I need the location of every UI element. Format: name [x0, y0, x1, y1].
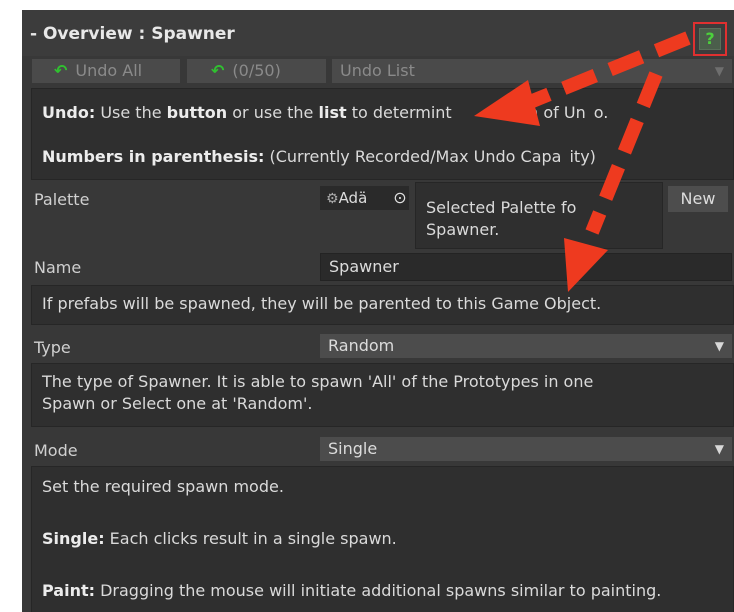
- palette-help-line2: Spawner.: [426, 220, 500, 239]
- help-highlight-box: ?: [693, 22, 727, 56]
- mode-dropdown[interactable]: Single ▼: [320, 437, 732, 461]
- type-value: Random: [328, 336, 395, 355]
- inspector-panel: - Overview : Spawner ? ↶ Undo All ↶ (0/50)…: [22, 10, 734, 612]
- palette-icon: ⚙: [326, 191, 339, 207]
- dropdown-caret-icon: ▼: [714, 339, 724, 353]
- mode-help-bold-paint: Paint:: [42, 581, 96, 600]
- undo-toolbar: ↶ Undo All ↶ (0/50) Undo List ▼: [22, 59, 734, 85]
- palette-help-box: Selected Palette fo Spawner.: [415, 182, 663, 249]
- undo-arrow-icon: ↶: [211, 61, 225, 80]
- undo-help-bold-button: button: [166, 103, 228, 122]
- undo-help-text-a: Use the: [95, 103, 167, 122]
- mode-value: Single: [328, 439, 378, 458]
- palette-value: Adä: [338, 189, 368, 207]
- foldout-header[interactable]: - Overview : Spawner ?: [22, 10, 734, 56]
- undo-help-bold-list: list: [318, 103, 347, 122]
- mode-help-bold-single: Single:: [42, 529, 105, 548]
- mode-help-box: Set the required spawn mode. Single: Eac…: [31, 466, 734, 612]
- undo-help-text-g: o.: [593, 103, 609, 122]
- type-label: Type: [34, 338, 71, 357]
- help-question-icon: ?: [705, 29, 715, 48]
- new-palette-button[interactable]: New: [668, 186, 728, 212]
- undo-help-box: Undo: Use the button or use the list to …: [31, 88, 734, 180]
- undo-help-bold-undo: Undo:: [42, 103, 96, 122]
- undo-help-text-f: depth of Un: [491, 103, 586, 122]
- mode-help-single-text: Each clicks result in a single spawn.: [104, 529, 397, 548]
- palette-label: Palette: [34, 190, 90, 209]
- palette-help-line1: Selected Palette fo: [426, 198, 577, 217]
- dropdown-caret-icon: ▼: [714, 64, 724, 78]
- name-label: Name: [34, 258, 82, 277]
- type-dropdown[interactable]: Random ▼: [320, 334, 732, 358]
- undo-help-bold-numbers: Numbers in parenthesis:: [42, 147, 265, 166]
- undo-help-text-e: to determint: [346, 103, 452, 122]
- help-toggle-button[interactable]: ?: [699, 28, 721, 50]
- object-picker-icon[interactable]: ⊙: [390, 186, 410, 210]
- foldout-title[interactable]: - Overview : Spawner: [30, 24, 235, 44]
- dropdown-caret-icon: ▼: [714, 442, 724, 456]
- undo-all-button[interactable]: ↶ Undo All: [32, 59, 180, 83]
- undo-step-button[interactable]: ↶ (0/50): [187, 59, 326, 83]
- mode-help-paint-text: Dragging the mouse will initiate additio…: [95, 581, 662, 600]
- undo-list-dropdown[interactable]: Undo List ▼: [332, 59, 732, 83]
- mode-help-line1: Set the required spawn mode.: [42, 477, 284, 496]
- type-help-line1: The type of Spawner. It is able to spawn…: [42, 372, 594, 391]
- undo-all-label: Undo All: [75, 61, 143, 80]
- undo-arrow-icon: ↶: [54, 61, 68, 80]
- undo-help-text-capacity-end: ity): [569, 147, 596, 166]
- mode-label: Mode: [34, 441, 78, 460]
- name-help-text: If prefabs will be spawned, they will be…: [42, 294, 602, 313]
- undo-help-text-capacity: (Currently Recorded/Max Undo Capa: [264, 147, 562, 166]
- type-help-box: The type of Spawner. It is able to spawn…: [31, 363, 734, 427]
- undo-list-label: Undo List: [340, 61, 415, 80]
- undo-count-label: (0/50): [232, 61, 281, 80]
- name-input[interactable]: Spawner: [320, 253, 732, 281]
- name-help-box: If prefabs will be spawned, they will be…: [31, 285, 734, 325]
- type-help-line2: Spawn or Select one at 'Random'.: [42, 394, 313, 413]
- undo-help-text-c: or use the: [227, 103, 319, 122]
